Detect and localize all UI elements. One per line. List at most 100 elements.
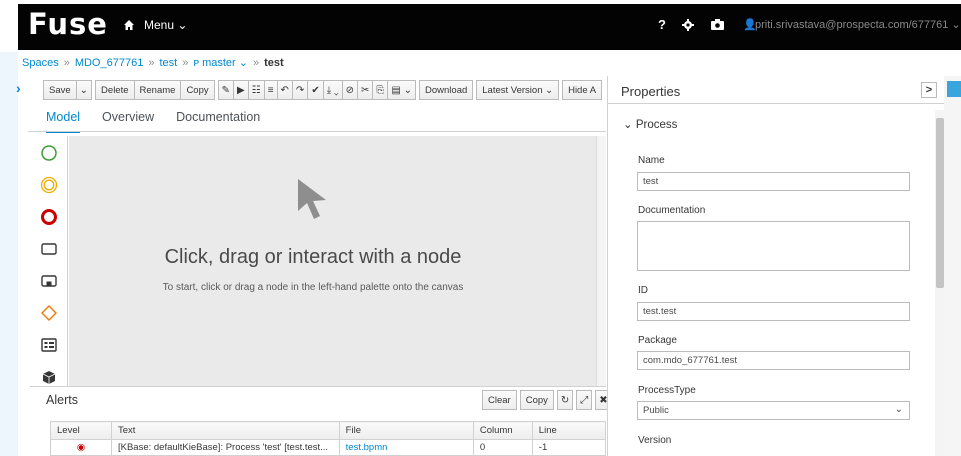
paste-icon[interactable]: ⎘ — [373, 80, 389, 100]
view-dropdown-icon[interactable]: ▤ ⌄ — [388, 80, 417, 100]
cut-icon[interactable]: ✂ — [358, 80, 374, 100]
breadcrumb-separator: » — [253, 57, 260, 69]
properties-panel: Properties > ⌄ Process Name test Documen… — [607, 76, 945, 456]
alerts-title: Alerts — [46, 393, 78, 407]
docked-panel-tab[interactable] — [947, 81, 961, 97]
home-icon[interactable] — [123, 19, 135, 31]
grid-icon[interactable]: ☷ — [248, 80, 265, 100]
package-field[interactable]: com.mdo_677761.test — [637, 351, 910, 370]
refresh-icon[interactable]: ↻ — [556, 390, 574, 410]
maximize-icon[interactable]: ⤢ — [576, 390, 593, 410]
copy-alerts-button[interactable]: Copy — [519, 390, 554, 410]
tab-overview[interactable]: Overview — [102, 110, 154, 133]
start-event-icon[interactable] — [38, 142, 60, 164]
main-menu-button[interactable]: Menu ⌄ — [144, 18, 187, 32]
node-palette — [30, 136, 68, 386]
gear-icon[interactable] — [682, 19, 694, 31]
column-header-column[interactable]: Column — [472, 421, 533, 440]
breadcrumb-space[interactable]: MDO_677761 — [75, 57, 144, 69]
id-field[interactable]: test.test — [637, 302, 910, 321]
intermediate-event-icon[interactable] — [38, 174, 60, 196]
documentation-label: Documentation — [638, 205, 706, 216]
alerts-toolbar: Clear Copy ↻ ⤢ ✖ — [482, 390, 612, 410]
list-icon[interactable]: ≡ — [264, 80, 278, 100]
save-button[interactable]: Save — [43, 80, 77, 100]
alert-text: [KBase: defaultKieBase]: Process 'test' … — [110, 439, 340, 456]
process-type-label: ProcessType — [638, 385, 696, 396]
gateway-icon[interactable] — [38, 302, 60, 324]
id-label: ID — [638, 285, 648, 296]
tab-documentation[interactable]: Documentation — [176, 110, 260, 133]
tab-divider — [28, 131, 606, 132]
window-frame-corner — [0, 0, 18, 52]
canvas-empty-subtitle: To start, click or drag a node in the le… — [162, 282, 464, 293]
canvas-scrollbar[interactable] — [596, 136, 606, 386]
table-header-row: Level Text File Column Line — [50, 421, 607, 440]
name-field[interactable]: test — [637, 172, 910, 191]
subprocess-icon[interactable] — [38, 270, 60, 292]
breadcrumb-spaces[interactable]: Spaces — [22, 57, 59, 69]
undo-icon[interactable]: ↶ — [277, 80, 293, 100]
properties-scroll-thumb[interactable] — [936, 118, 944, 288]
process-type-value: Public — [643, 405, 669, 416]
alert-column: 0 — [472, 439, 533, 456]
properties-title: Properties — [621, 84, 681, 99]
breadcrumb-current: test — [264, 57, 284, 69]
process-type-select[interactable]: Public ⌄ — [637, 401, 910, 420]
top-navbar: Fuse Menu ⌄ ? 👤 priti.srivastava@prospec… — [18, 4, 961, 50]
column-header-level[interactable]: Level — [50, 421, 112, 440]
validate-icon[interactable]: ✔ — [308, 80, 324, 100]
editor-toolbar: Save ⌄ Delete Rename Copy ✎ ▶ ☷ ≡ ↶ ↷ ✔ … — [43, 79, 603, 101]
version-label: Version — [638, 435, 672, 446]
alerts-panel: Alerts Clear Copy ↻ ⤢ ✖ Level Text File … — [30, 386, 612, 456]
alerts-table: Level Text File Column Line ◉ [KBase: de… — [50, 421, 607, 456]
right-dock-strip — [944, 76, 961, 456]
brand-logo[interactable]: Fuse — [28, 7, 108, 41]
column-header-text[interactable]: Text — [110, 421, 340, 440]
collapse-properties-button[interactable]: > — [921, 82, 937, 98]
package-label: Package — [638, 335, 677, 346]
table-row[interactable]: ◉ [KBase: defaultKieBase]: Process 'test… — [50, 439, 607, 456]
window-frame-left — [0, 0, 18, 456]
camera-icon[interactable] — [711, 19, 724, 30]
save-dropdown-button[interactable]: ⌄ — [76, 80, 93, 100]
breadcrumb-project[interactable]: test — [159, 57, 177, 69]
breadcrumb-separator: » — [182, 57, 189, 69]
editor-tabs: Model Overview Documentation — [46, 110, 260, 133]
rename-button[interactable]: Rename — [134, 80, 182, 100]
edit-icon[interactable]: ✎ — [217, 80, 235, 100]
name-label: Name — [638, 155, 665, 166]
process-section-toggle[interactable]: ⌄ Process — [623, 117, 677, 131]
task-icon[interactable] — [38, 238, 60, 260]
column-header-file[interactable]: File — [338, 421, 474, 440]
latest-version-dropdown[interactable]: Latest Version ⌄ — [476, 80, 560, 100]
breadcrumb-branch[interactable]: ᴘ master ⌄ — [193, 57, 248, 69]
tab-model[interactable]: Model — [46, 110, 81, 133]
canvas-empty-title: Click, drag or interact with a node — [164, 246, 462, 268]
delete-button[interactable]: Delete — [95, 80, 135, 100]
documentation-field[interactable] — [637, 221, 910, 271]
play-icon[interactable]: ▶ — [234, 80, 249, 100]
lane-icon[interactable] — [38, 334, 60, 356]
chevron-down-icon: ⌄ — [894, 404, 903, 415]
column-header-line[interactable]: Line — [531, 421, 607, 440]
user-menu[interactable]: priti.srivastava@prospecta.com/677761 ⌄ — [755, 18, 961, 31]
redo-icon[interactable]: ↷ — [292, 80, 309, 100]
pointer-icon — [298, 179, 326, 219]
clear-button[interactable]: Clear — [482, 390, 517, 410]
download-button[interactable]: Download — [419, 80, 474, 100]
end-event-icon[interactable] — [38, 206, 60, 228]
error-level-icon: ◉ — [50, 439, 112, 456]
alert-line: -1 — [531, 439, 607, 456]
breadcrumb-separator: » — [148, 57, 155, 69]
artifacts-icon[interactable] — [38, 366, 60, 388]
alert-file-link[interactable]: test.bpmn — [338, 439, 474, 456]
hide-alerts-button[interactable]: Hide A — [562, 80, 603, 100]
help-icon[interactable]: ? — [658, 17, 666, 32]
expand-explorer-icon[interactable]: › — [16, 80, 21, 96]
copy-button[interactable]: Copy — [181, 80, 215, 100]
breadcrumb: Spaces » MDO_677761 » test » ᴘ master ⌄ » test — [22, 56, 284, 69]
visibility-icon[interactable]: ⊘ — [342, 80, 359, 100]
breadcrumb-separator: » — [63, 57, 70, 69]
download-dropdown-icon[interactable]: ⤓ ⌄ — [323, 80, 343, 100]
